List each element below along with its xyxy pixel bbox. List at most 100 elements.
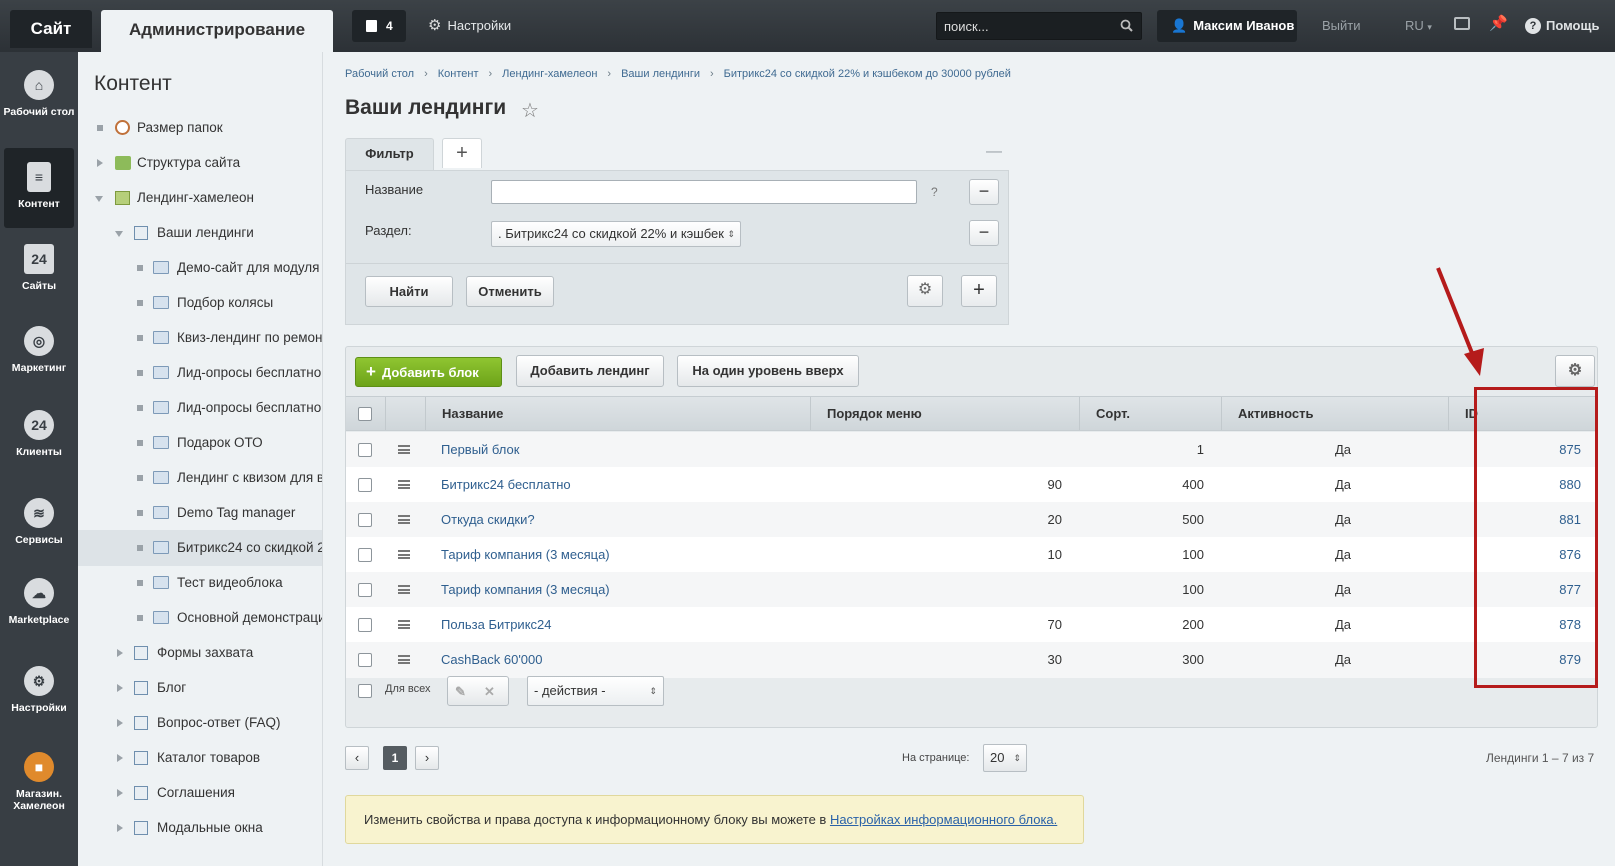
level-up-button[interactable]: На один уровень вверх: [677, 355, 859, 387]
tree-item-modals[interactable]: Модальные окна: [78, 810, 322, 846]
edit-icon[interactable]: ✎: [455, 677, 466, 706]
row-checkbox[interactable]: [358, 583, 372, 597]
language-selector[interactable]: RU ▾: [1405, 10, 1432, 43]
tree-item-folder[interactable]: Demo Tag manager: [78, 495, 322, 531]
delete-icon[interactable]: ✕: [484, 677, 495, 706]
menu-icon[interactable]: [398, 515, 410, 524]
column-header-menu-order[interactable]: Порядок меню: [810, 397, 1079, 430]
nav-sites[interactable]: 24 Сайты: [0, 244, 78, 292]
user-button[interactable]: 👤 Максим Иванов: [1157, 10, 1297, 42]
row-checkbox[interactable]: [358, 513, 372, 527]
pin-icon[interactable]: 📌: [1489, 14, 1508, 32]
menu-icon[interactable]: [398, 445, 410, 454]
breadcrumb-item[interactable]: Ваши лендинги: [621, 68, 700, 80]
help-link[interactable]: ? Помощь: [1525, 10, 1599, 42]
remove-field-button[interactable]: −: [969, 179, 999, 205]
tree-item-catalog[interactable]: Каталог товаров: [78, 740, 322, 776]
menu-icon[interactable]: [398, 585, 410, 594]
keyboard-icon[interactable]: [1454, 17, 1470, 30]
next-page-button[interactable]: ›: [415, 746, 439, 770]
expand-icon[interactable]: [117, 824, 123, 832]
column-header-name[interactable]: Название: [425, 397, 810, 430]
expand-icon[interactable]: [117, 754, 123, 762]
expand-icon[interactable]: [117, 789, 123, 797]
menu-icon[interactable]: [398, 550, 410, 559]
breadcrumb-item[interactable]: Контент: [438, 68, 479, 80]
breadcrumb-item[interactable]: Рабочий стол: [345, 68, 414, 80]
table-row[interactable]: Тариф компания (3 месяца) 10 100 Да 876: [346, 537, 1597, 573]
tree-item-folder-selected[interactable]: Битрикс24 со скидкой 22: [78, 530, 322, 566]
tree-item-folder[interactable]: Лендинг с квизом для вы: [78, 460, 322, 496]
row-checkbox[interactable]: [358, 443, 372, 457]
row-name-link[interactable]: Откуда скидки?: [441, 502, 535, 538]
expand-icon[interactable]: [117, 649, 123, 657]
admin-tab[interactable]: Администрирование: [101, 10, 333, 52]
row-name-link[interactable]: Тариф компания (3 месяца): [441, 572, 610, 608]
breadcrumb-item[interactable]: Лендинг-хамелеон: [502, 68, 597, 80]
row-name-link[interactable]: Битрикс24 бесплатно: [441, 467, 571, 503]
settings-link[interactable]: ⚙ Настройки: [428, 10, 511, 42]
tree-item-your-landings[interactable]: Ваши лендинги: [78, 215, 322, 251]
help-icon[interactable]: ?: [931, 185, 938, 199]
select-all-checkbox[interactable]: [358, 407, 372, 421]
remove-field-button[interactable]: −: [969, 220, 999, 246]
favorite-star-icon[interactable]: ☆: [521, 98, 539, 123]
expand-icon[interactable]: [97, 159, 103, 167]
row-checkbox[interactable]: [358, 618, 372, 632]
column-header-sort[interactable]: Сорт.: [1079, 397, 1221, 430]
tree-item-folder[interactable]: Основной демонстраци: [78, 600, 322, 636]
menu-icon[interactable]: [398, 655, 410, 664]
tree-item-folder[interactable]: Подбор колясы: [78, 285, 322, 321]
per-page-select[interactable]: 20 ⇕: [983, 744, 1027, 772]
tree-item-landing-chameleon[interactable]: Лендинг-хамелеон: [78, 180, 322, 216]
tree-item-folder[interactable]: Лид-опросы бесплатно: [78, 390, 322, 426]
menu-icon[interactable]: [398, 480, 410, 489]
nav-shop[interactable]: ■ Магазин. Хамелеон: [0, 752, 78, 812]
tree-item-folder[interactable]: Лид-опросы бесплатно: [78, 355, 322, 391]
add-filter-button[interactable]: +: [442, 138, 482, 168]
table-row[interactable]: Тариф компания (3 месяца) 100 Да 877: [346, 572, 1597, 608]
find-button[interactable]: Найти: [365, 276, 453, 307]
row-name-link[interactable]: Польза Битрикс24: [441, 607, 551, 643]
logout-link[interactable]: Выйти: [1322, 10, 1361, 42]
menu-icon[interactable]: [398, 620, 410, 629]
filter-section-select[interactable]: . Битрикс24 со скидкой 22% и кэшбек ⇕: [491, 221, 741, 247]
nav-desktop[interactable]: ⌂ Рабочий стол: [0, 70, 78, 118]
expand-icon[interactable]: [117, 719, 123, 727]
row-checkbox[interactable]: [358, 653, 372, 667]
collapse-icon[interactable]: [95, 196, 103, 202]
nav-marketing[interactable]: ◎ Маркетинг: [0, 326, 78, 374]
nav-clients[interactable]: 24 Клиенты: [0, 410, 78, 458]
tree-item-blog[interactable]: Блог: [78, 670, 322, 706]
tree-item-capture-forms[interactable]: Формы захвата: [78, 635, 322, 671]
filter-settings-button[interactable]: ⚙: [907, 275, 943, 307]
site-tab[interactable]: Сайт: [10, 10, 92, 48]
prev-page-button[interactable]: ‹: [345, 746, 369, 770]
table-row[interactable]: Битрикс24 бесплатно 90 400 Да 880: [346, 467, 1597, 503]
table-row[interactable]: Первый блок 1 Да 875: [346, 432, 1597, 468]
expand-icon[interactable]: [117, 684, 123, 692]
row-name-link[interactable]: Первый блок: [441, 432, 519, 468]
iblock-settings-link[interactable]: Настройках информационного блока.: [830, 812, 1057, 827]
tree-item-site-structure[interactable]: Структура сайта: [78, 145, 322, 181]
tree-item-folder[interactable]: Демо-сайт для модуля С: [78, 250, 322, 286]
tree-item-folder[interactable]: Квиз-лендинг по ремонт: [78, 320, 322, 356]
filter-name-input[interactable]: [491, 180, 917, 204]
column-header-active[interactable]: Активность: [1221, 397, 1448, 430]
nav-marketplace[interactable]: ☁ Marketplace: [0, 578, 78, 626]
row-checkbox[interactable]: [358, 478, 372, 492]
cancel-button[interactable]: Отменить: [466, 276, 554, 307]
search-icon[interactable]: [1120, 19, 1133, 32]
actions-select[interactable]: - действия - ⇕: [527, 676, 664, 706]
tree-item-folder-size[interactable]: Размер папок: [78, 110, 322, 146]
nav-content[interactable]: ≡ Контент: [4, 148, 74, 228]
add-block-button[interactable]: + Добавить блок: [355, 357, 502, 387]
tree-item-folder[interactable]: Подарок ОТО: [78, 425, 322, 461]
nav-settings[interactable]: ⚙ Настройки: [0, 666, 78, 714]
nav-services[interactable]: ≋ Сервисы: [0, 498, 78, 546]
tree-item-folder[interactable]: Тест видеоблока: [78, 565, 322, 601]
collapse-filter-icon[interactable]: —: [986, 143, 1002, 161]
add-landing-button[interactable]: Добавить лендинг: [516, 355, 664, 387]
grid-settings-button[interactable]: ⚙: [1555, 355, 1595, 387]
table-row[interactable]: Откуда скидки? 20 500 Да 881: [346, 502, 1597, 538]
